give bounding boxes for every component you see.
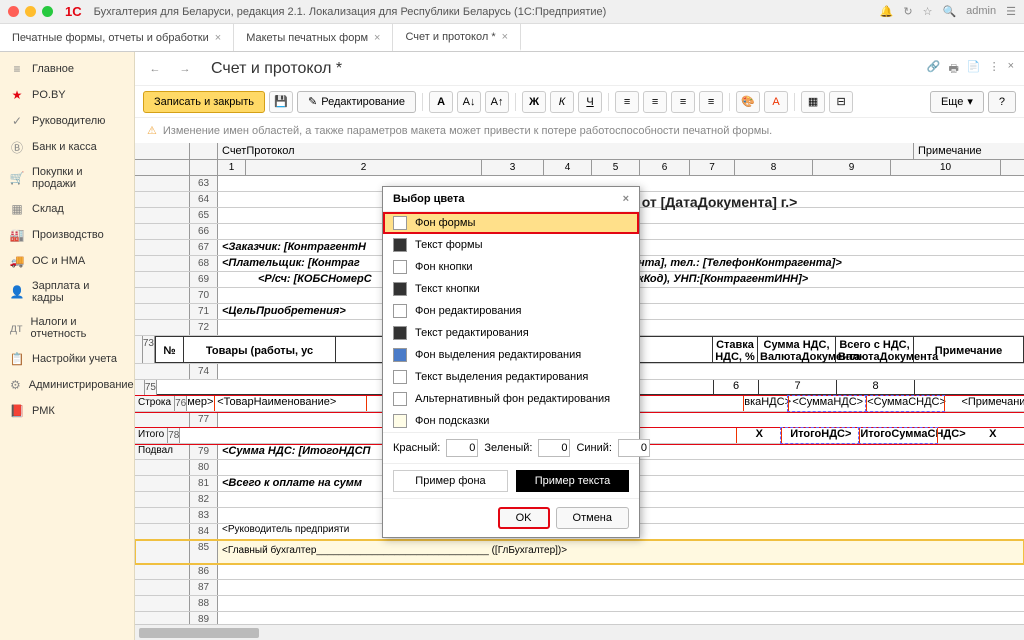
bg-color-button[interactable]: 🎨 <box>736 91 760 113</box>
sidebar-item-2[interactable]: ✓Руководителю <box>0 108 134 134</box>
sidebar-item-0[interactable]: ≡Главное <box>0 56 134 82</box>
edit-mode-button[interactable]: ✎Редактирование <box>297 91 416 113</box>
star-icon[interactable]: ☆ <box>923 5 933 18</box>
sidebar: ≡Главное★PO.BY✓РуководителюⒷБанк и касса… <box>0 52 135 640</box>
more-icon[interactable]: ⋮ <box>989 60 1000 79</box>
sidebar-item-7[interactable]: 🚚ОС и НМА <box>0 248 134 274</box>
color-option-6[interactable]: Фон выделения редактирования <box>383 344 639 366</box>
font-button[interactable]: A <box>429 91 453 113</box>
sidebar-item-3[interactable]: ⒷБанк и касса <box>0 134 134 160</box>
color-option-1[interactable]: Текст формы <box>383 234 639 256</box>
sidebar-item-10[interactable]: 📋Настройки учета <box>0 346 134 372</box>
sidebar-item-9[interactable]: дтНалоги и отчетность <box>0 310 134 346</box>
link-icon[interactable]: 🔗 <box>927 60 941 79</box>
underline-button[interactable]: Ч <box>578 91 602 113</box>
color-option-9[interactable]: Фон подсказки <box>383 410 639 432</box>
horizontal-scrollbar[interactable] <box>135 624 1024 640</box>
align-center[interactable]: ≡ <box>643 91 667 113</box>
color-option-4[interactable]: Фон редактирования <box>383 300 639 322</box>
window-controls[interactable] <box>8 6 53 17</box>
align-right[interactable]: ≡ <box>671 91 695 113</box>
page-title: Счет и протокол * <box>211 60 342 78</box>
merge-button[interactable]: ⊟ <box>829 91 853 113</box>
sheet-row[interactable]: 86 <box>135 564 1024 580</box>
bell-icon[interactable]: 🔔 <box>880 5 894 18</box>
save-button[interactable]: 💾 <box>269 91 293 113</box>
tab-bar: Печатные формы, отчеты и обработки× Маке… <box>0 24 1024 52</box>
search-icon[interactable]: 🔍 <box>942 5 956 18</box>
color-option-2[interactable]: Фон кнопки <box>383 256 639 278</box>
print-icon[interactable]: 🖶 <box>948 60 958 79</box>
user-label[interactable]: admin <box>966 5 996 18</box>
preview-bg: Пример фона <box>393 470 508 492</box>
doc-icon[interactable]: 📄 <box>967 60 981 79</box>
sheet-row[interactable]: 89 <box>135 612 1024 624</box>
close-icon[interactable]: × <box>623 193 629 205</box>
text-color-button[interactable]: A <box>764 91 788 113</box>
history-icon[interactable]: ↻ <box>903 5 912 18</box>
help-button[interactable]: ? <box>988 91 1016 113</box>
font-size-up[interactable]: A↑ <box>485 91 509 113</box>
color-option-3[interactable]: Текст кнопки <box>383 278 639 300</box>
ok-button[interactable]: OK <box>498 507 550 529</box>
blue-input[interactable] <box>618 439 650 457</box>
sheet-row[interactable]: 88 <box>135 596 1024 612</box>
align-justify[interactable]: ≡ <box>699 91 723 113</box>
close-icon[interactable]: × <box>374 32 380 44</box>
borders-button[interactable]: ▦ <box>801 91 825 113</box>
sidebar-item-6[interactable]: 🏭Производство <box>0 222 134 248</box>
close-icon[interactable]: × <box>502 31 508 43</box>
sidebar-item-11[interactable]: ⚙Администрирование <box>0 372 134 398</box>
section-label: СчетПротокол <box>218 143 914 159</box>
color-list[interactable]: Фон формыТекст формыФон кнопкиТекст кноп… <box>383 212 639 432</box>
green-input[interactable] <box>538 439 570 457</box>
tab-1[interactable]: Макеты печатных форм× <box>234 24 393 51</box>
sidebar-item-12[interactable]: 📕РМК <box>0 398 134 424</box>
back-button[interactable]: ← <box>143 59 167 79</box>
app-logo: 1C <box>65 4 82 19</box>
warning-bar: ⚠ Изменение имен областей, а также парам… <box>135 118 1024 143</box>
sidebar-item-8[interactable]: 👤Зарплата и кадры <box>0 274 134 310</box>
more-button[interactable]: Еще▾ <box>930 91 984 113</box>
save-close-button[interactable]: Записать и закрыть <box>143 91 265 113</box>
sidebar-item-1[interactable]: ★PO.BY <box>0 82 134 108</box>
align-left[interactable]: ≡ <box>615 91 639 113</box>
red-input[interactable] <box>446 439 478 457</box>
sidebar-item-5[interactable]: ▦Склад <box>0 196 134 222</box>
selected-row[interactable]: 85<Главный бухгалтер____________________… <box>135 540 1024 564</box>
bold-button[interactable]: Ж <box>522 91 546 113</box>
tab-2[interactable]: Счет и протокол *× <box>393 24 521 51</box>
window-title: Бухгалтерия для Беларуси, редакция 2.1. … <box>94 6 880 18</box>
color-option-7[interactable]: Текст выделения редактирования <box>383 366 639 388</box>
sheet-row[interactable]: 87 <box>135 580 1024 596</box>
col-headers: 1 2 3 4 5 6 7 8 9 10 <box>135 160 1024 176</box>
color-option-0[interactable]: Фон формы <box>383 212 639 234</box>
titlebar: 1C Бухгалтерия для Беларуси, редакция 2.… <box>0 0 1024 24</box>
color-option-8[interactable]: Альтернативный фон редактирования <box>383 388 639 410</box>
italic-button[interactable]: К <box>550 91 574 113</box>
color-option-5[interactable]: Текст редактирования <box>383 322 639 344</box>
close-icon[interactable]: × <box>1008 60 1014 79</box>
forward-button[interactable]: → <box>173 59 197 79</box>
sidebar-item-4[interactable]: 🛒Покупки и продажи <box>0 160 134 196</box>
menu-icon[interactable]: ☰ <box>1006 5 1016 18</box>
note-label: Примечание <box>914 143 1024 159</box>
cancel-button[interactable]: Отмена <box>556 507 629 529</box>
preview-text: Пример текста <box>516 470 629 492</box>
tab-0[interactable]: Печатные формы, отчеты и обработки× <box>0 24 234 51</box>
close-icon[interactable]: × <box>215 32 221 44</box>
color-picker-modal: Выбор цвета × Фон формыТекст формыФон кно… <box>382 186 640 538</box>
font-size-down[interactable]: A↓ <box>457 91 481 113</box>
warning-icon: ⚠ <box>147 124 157 137</box>
modal-title: Выбор цвета <box>393 193 464 205</box>
